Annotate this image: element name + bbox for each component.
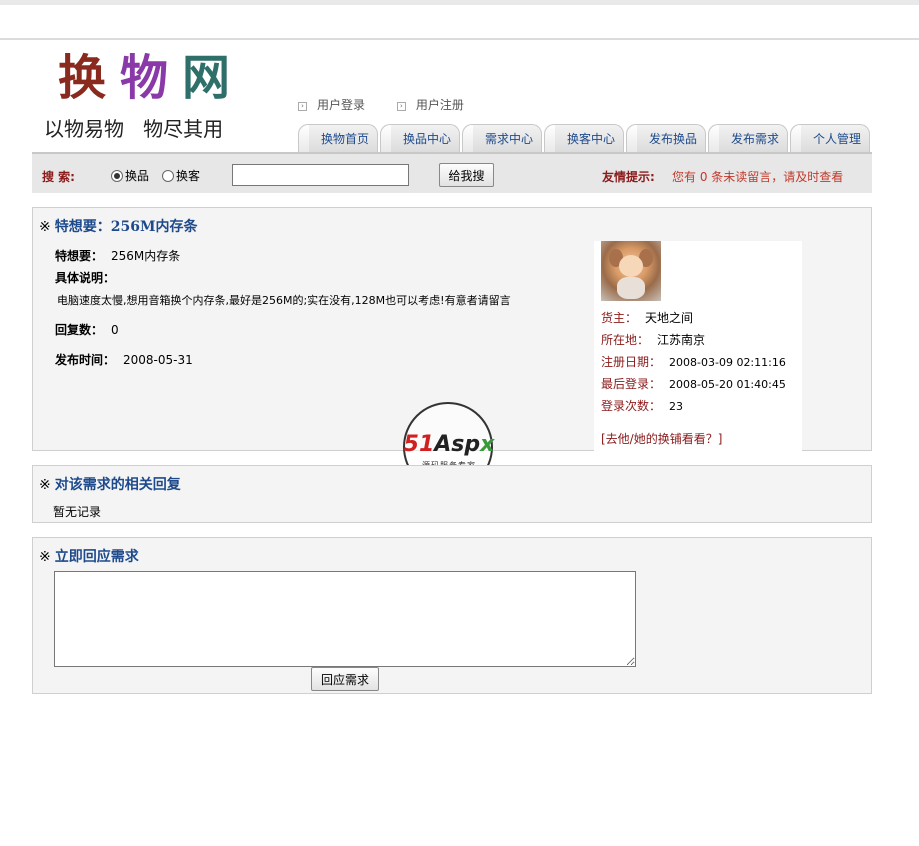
radio-users[interactable]: 换客 — [162, 167, 200, 184]
title-mark: ※ — [39, 549, 51, 565]
login-count-row: 登录次数： 23 — [601, 397, 683, 414]
reg-date-row: 注册日期： 2008-03-09 02:11:16 — [601, 353, 786, 370]
want-value: 256M内存条 — [111, 249, 181, 263]
arrow-box-icon: › — [396, 102, 406, 111]
owner-card: 货主： 天地之间 所在地： 江苏南京 注册日期： 2008-03-09 02:11:1… — [594, 241, 802, 451]
replies-title: ※ 对该需求的相关回复 — [39, 474, 181, 494]
no-records-text: 暂无记录 — [53, 505, 102, 519]
tab-personal[interactable]: 个人管理 — [790, 124, 870, 153]
avatar-body — [617, 277, 645, 299]
tab-trader-center[interactable]: 换客中心 — [544, 124, 624, 153]
respond-title: ※ 立即回应需求 — [39, 546, 139, 566]
radio-goods-label: 换品 — [125, 169, 150, 183]
post-date-label: 发布时间： — [55, 353, 116, 367]
radio-goods-dot[interactable] — [111, 169, 123, 182]
want-label: 特想要： — [55, 249, 104, 263]
site-logo[interactable]: 换物网 — [58, 50, 244, 106]
location-value: 江苏南京 — [657, 333, 706, 347]
search-button[interactable]: 给我搜 — [439, 163, 494, 187]
register-link-label: 用户注册 — [415, 98, 464, 112]
avatar-face — [619, 255, 643, 277]
account-links: › 用户登录 › 用户注册 — [298, 96, 492, 113]
last-login-row: 最后登录： 2008-05-20 01:40:45 — [601, 375, 786, 392]
title-mark: ※ — [39, 219, 51, 235]
title-mark: ※ — [39, 477, 51, 493]
login-link-label: 用户登录 — [317, 98, 366, 112]
desc-label: 具体说明： — [55, 271, 116, 285]
tab-post-demand[interactable]: 发布需求 — [708, 124, 788, 153]
post-date-field: 发布时间： 2008-05-31 — [55, 351, 193, 368]
tab-goods-center[interactable]: 换品中心 — [380, 124, 460, 153]
post-date-value: 2008-05-31 — [123, 353, 193, 367]
login-count-value: 23 — [669, 400, 684, 413]
search-input[interactable] — [232, 164, 409, 186]
last-login-value: 2008-05-20 01:40:45 — [669, 378, 786, 391]
last-login-label: 最后登录： — [601, 377, 662, 391]
watermark-brand-a: 51 — [403, 432, 435, 457]
owner-label: 货主： — [601, 311, 638, 325]
respond-title-text: 立即回应需求 — [54, 549, 139, 565]
want-field: 特想要： 256M内存条 — [55, 247, 180, 264]
respond-panel: ※ 立即回应需求 回应需求 — [32, 537, 872, 694]
arrow-box-icon: › — [298, 102, 307, 111]
owner-row: 货主： 天地之间 — [601, 309, 693, 326]
replies-title-text: 对该需求的相关回复 — [54, 477, 181, 493]
login-link[interactable]: › 用户登录 — [298, 96, 365, 113]
reg-date-value: 2008-03-09 02:11:16 — [669, 356, 786, 369]
main-nav-tabs: 换物首页 换品中心 需求中心 换客中心 发布换品 发布需求 个人管理 — [298, 122, 872, 153]
radio-users-label: 换客 — [176, 169, 201, 183]
location-row: 所在地： 江苏南京 — [601, 331, 705, 348]
reply-count-field: 回复数： 0 — [55, 321, 119, 338]
reg-date-label: 注册日期： — [601, 355, 662, 369]
register-link[interactable]: › 用户注册 — [396, 96, 464, 113]
demand-title: ※ 特想要：256M内存条 — [39, 216, 197, 236]
reply-count-label: 回复数： — [55, 323, 104, 337]
location-label: 所在地： — [601, 333, 650, 347]
radio-goods[interactable]: 换品 — [111, 167, 149, 184]
tab-home[interactable]: 换物首页 — [298, 124, 378, 153]
reply-count-value: 0 — [111, 323, 119, 337]
browser-top-strip — [0, 0, 919, 40]
watermark-brand: 51Aspx — [387, 432, 511, 457]
unread-messages-tip[interactable]: 您有 0 条未读留言，请及时查看 — [672, 168, 843, 185]
visit-shop-link[interactable]: [去他/她的换铺看看？] — [601, 430, 722, 447]
login-count-label: 登录次数： — [601, 399, 662, 413]
radio-users-dot[interactable] — [162, 169, 174, 182]
desc-field: 具体说明： — [55, 269, 123, 286]
site-slogan: 以物易物 物尽其用 — [44, 117, 224, 141]
logo-char-2: 物 — [120, 50, 183, 106]
watermark-brand-c: x — [480, 432, 495, 457]
watermark-brand-b: Asp — [434, 432, 481, 457]
dog-avatar-icon[interactable] — [601, 241, 661, 301]
desc-value: 电脑速度太慢,想用音箱换个内存条,最好是256M的;实在没有,128M也可以考虑… — [57, 294, 511, 307]
respond-button[interactable]: 回应需求 — [311, 667, 379, 691]
logo-char-3: 网 — [182, 50, 245, 106]
replies-panel: ※ 对该需求的相关回复 暂无记录 — [32, 465, 872, 523]
tip-label: 友情提示: — [602, 170, 655, 184]
search-label: 搜 索: — [42, 170, 75, 184]
tab-demand-center[interactable]: 需求中心 — [462, 124, 542, 153]
logo-char-1: 换 — [58, 50, 121, 106]
owner-name[interactable]: 天地之间 — [645, 311, 693, 325]
tab-post-goods[interactable]: 发布换品 — [626, 124, 706, 153]
demand-title-text: 特想要：256M内存条 — [54, 219, 198, 235]
search-bar: 搜 索: 换品 换客 给我搜 友情提示: 您有 0 条未读留言，请及时查看 — [32, 152, 872, 193]
reply-textarea[interactable] — [54, 571, 636, 667]
